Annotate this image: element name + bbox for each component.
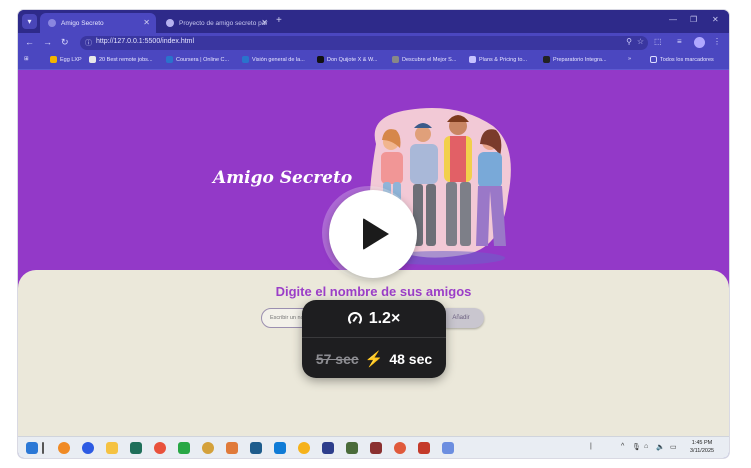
close-window-icon[interactable]: ✕ bbox=[712, 15, 719, 24]
folder-icon bbox=[650, 56, 657, 63]
reload-icon[interactable]: ↻ bbox=[61, 37, 69, 48]
media-icon[interactable]: ≡ bbox=[677, 37, 682, 46]
app-icon[interactable] bbox=[418, 442, 430, 454]
app-icon[interactable] bbox=[250, 442, 262, 454]
new-duration: 48 sec bbox=[389, 350, 433, 367]
site-icon bbox=[392, 56, 399, 63]
original-duration: 57 sec bbox=[315, 350, 359, 367]
bookmark-remote-jobs[interactable]: 20 Best remote jobs... bbox=[89, 56, 153, 63]
forward-icon[interactable]: → bbox=[43, 37, 52, 47]
extensions-icon[interactable]: ⬚ bbox=[654, 37, 662, 46]
x-icon bbox=[317, 56, 324, 63]
bookmark-preparatorio[interactable]: Preparatorio Integra... bbox=[543, 56, 607, 63]
close-tab-icon[interactable]: ✕ bbox=[261, 18, 268, 27]
zoom-icon[interactable]: ⚲ bbox=[626, 37, 632, 46]
file-explorer-icon[interactable] bbox=[106, 442, 118, 454]
battery-icon[interactable]: ▭ bbox=[670, 443, 677, 451]
playback-speed-card[interactable]: 1.2× 57 sec ⚡ 48 sec bbox=[302, 300, 446, 378]
pycharm-icon[interactable] bbox=[178, 442, 190, 454]
globe-icon bbox=[48, 19, 56, 27]
github-icon bbox=[166, 19, 174, 27]
page-title: Amigo Secreto bbox=[213, 168, 353, 188]
app-icon[interactable] bbox=[370, 442, 382, 454]
microphone-icon[interactable]: 🎙 bbox=[632, 443, 641, 451]
chrome-icon[interactable] bbox=[394, 442, 406, 454]
app-icon[interactable] bbox=[298, 442, 310, 454]
zoom-app-icon[interactable] bbox=[82, 442, 94, 454]
site-icon bbox=[543, 56, 550, 63]
section-title: Digite el nombre de sus amigos bbox=[275, 284, 472, 299]
network-icon[interactable]: ⌂ bbox=[644, 443, 648, 450]
clock-date: 3/11/2025 bbox=[690, 448, 715, 454]
chevron-up-icon[interactable]: ^ bbox=[621, 443, 624, 450]
app-icon[interactable] bbox=[442, 442, 454, 454]
tab-proyecto[interactable]: Proyecto de amigo secreto par ✕ bbox=[158, 13, 274, 33]
chrome-icon[interactable] bbox=[154, 442, 166, 454]
new-tab-button[interactable]: + bbox=[276, 15, 282, 26]
tab-label: Amigo Secreto bbox=[61, 19, 104, 27]
app-icon[interactable] bbox=[58, 442, 70, 454]
egg-icon bbox=[50, 56, 57, 63]
clock-time: 1:45 PM bbox=[691, 440, 713, 446]
page-icon bbox=[469, 56, 476, 63]
windows-start-icon[interactable] bbox=[26, 442, 38, 454]
site-info-icon[interactable]: ⓘ bbox=[85, 38, 92, 48]
app-icon[interactable] bbox=[226, 442, 238, 454]
menu-kebab-icon[interactable]: ⋮ bbox=[713, 37, 721, 46]
bookmark-vision-general[interactable]: Visión general de la... bbox=[242, 56, 305, 63]
app-icon[interactable] bbox=[202, 442, 214, 454]
play-button[interactable] bbox=[329, 190, 417, 278]
tab-bar: ▾ Amigo Secreto ✕ Proyecto de amigo secr… bbox=[18, 10, 729, 33]
app-icon[interactable] bbox=[130, 442, 142, 454]
task-view-icon[interactable] bbox=[42, 442, 44, 454]
windows-taskbar: | ^ 🎙 ⌂ 🔈 ▭ 1:45 PM 3/11/2025 bbox=[18, 436, 729, 458]
bookmarks-bar: ⊞ Egg LXP 20 Best remote jobs... Courser… bbox=[18, 53, 729, 70]
close-tab-icon[interactable]: ✕ bbox=[143, 18, 150, 27]
coursera-icon bbox=[166, 56, 173, 63]
bookmark-don-quijote[interactable]: Don Quijote X & W... bbox=[317, 56, 377, 63]
more-bookmarks-icon[interactable]: » bbox=[628, 56, 631, 62]
sri-app-icon[interactable] bbox=[322, 442, 334, 454]
apps-grid-icon[interactable]: ⊞ bbox=[24, 56, 29, 62]
bookmark-egg[interactable]: Egg LXP bbox=[50, 56, 82, 63]
divider-icon: | bbox=[590, 443, 592, 450]
play-icon bbox=[363, 218, 389, 250]
url-text: http://127.0.0.1:5500/index.html bbox=[96, 38, 195, 45]
minimize-icon[interactable]: — bbox=[669, 15, 677, 24]
site-icon bbox=[89, 56, 96, 63]
tab-search-button[interactable]: ▾ bbox=[22, 14, 37, 29]
tab-label: Proyecto de amigo secreto par bbox=[179, 19, 268, 27]
address-bar[interactable]: ⓘ http://127.0.0.1:5500/index.html ⚲ ☆ bbox=[80, 36, 648, 50]
back-icon[interactable]: ← bbox=[25, 37, 34, 47]
volume-icon[interactable]: 🔈 bbox=[656, 443, 665, 451]
bookmark-plans-pricing[interactable]: Plans & Pricing to... bbox=[469, 56, 527, 63]
bookmark-star-icon[interactable]: ☆ bbox=[637, 37, 644, 46]
restore-icon[interactable]: ❐ bbox=[690, 15, 697, 24]
coursera-icon bbox=[242, 56, 249, 63]
tab-amigo-secreto[interactable]: Amigo Secreto ✕ bbox=[40, 13, 156, 33]
speedometer-icon bbox=[347, 311, 362, 326]
profile-avatar[interactable] bbox=[694, 37, 705, 48]
lightning-icon: ⚡ bbox=[364, 350, 384, 368]
app-icon[interactable] bbox=[346, 442, 358, 454]
bookmark-coursera[interactable]: Coursera | Online C... bbox=[166, 56, 229, 63]
address-row: ← → ↻ ⓘ http://127.0.0.1:5500/index.html… bbox=[18, 33, 729, 53]
bookmark-descubre[interactable]: Descubre el Mejor S... bbox=[392, 56, 456, 63]
speed-value: 1.2× bbox=[368, 309, 401, 327]
clock[interactable]: 1:45 PM 3/11/2025 bbox=[690, 439, 714, 455]
vscode-icon[interactable] bbox=[274, 442, 286, 454]
all-bookmarks[interactable]: Todos los marcadores bbox=[650, 56, 714, 63]
